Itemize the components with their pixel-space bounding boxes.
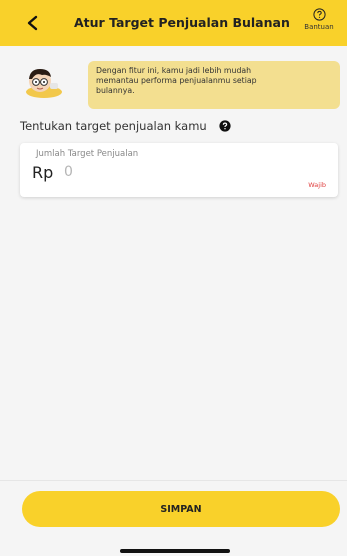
info-message-line: Dengan fitur ini, kamu jadi lebih mudah [96,66,252,75]
chevron-left-icon [27,15,38,31]
help-label: Bantuan [304,23,334,31]
avatar-illustration-icon [26,69,62,98]
section-title-text: Tentukan target penjualan kamu [20,119,207,133]
section-title: Tentukan target penjualan kamu [20,119,231,133]
back-button[interactable] [22,12,44,34]
avatar [20,65,66,99]
help-button[interactable]: Bantuan [299,8,339,40]
intro-section: Dengan fitur ini, kamu jadi lebih mudah … [0,46,347,112]
home-indicator [120,549,230,553]
info-message-line: memantau performa penjualanmu setiap [96,76,257,85]
save-button[interactable]: SIMPAN [22,491,340,527]
info-message-line: bulannya. [96,86,135,95]
currency-label: Rp [32,163,54,182]
footer: SIMPAN [0,481,347,556]
question-circle-filled-icon[interactable] [219,120,231,132]
target-sales-card: Jumlah Target Penjualan Rp Wajib [20,143,338,197]
required-label: Wajib [308,181,326,189]
target-amount-input[interactable] [64,162,264,182]
app-header: Atur Target Penjualan Bulanan Bantuan [0,0,347,46]
page-title: Atur Target Penjualan Bulanan [74,15,290,30]
question-circle-icon [312,8,326,21]
info-message-bubble: Dengan fitur ini, kamu jadi lebih mudah … [88,61,340,109]
field-label: Jumlah Target Penjualan [36,149,139,159]
